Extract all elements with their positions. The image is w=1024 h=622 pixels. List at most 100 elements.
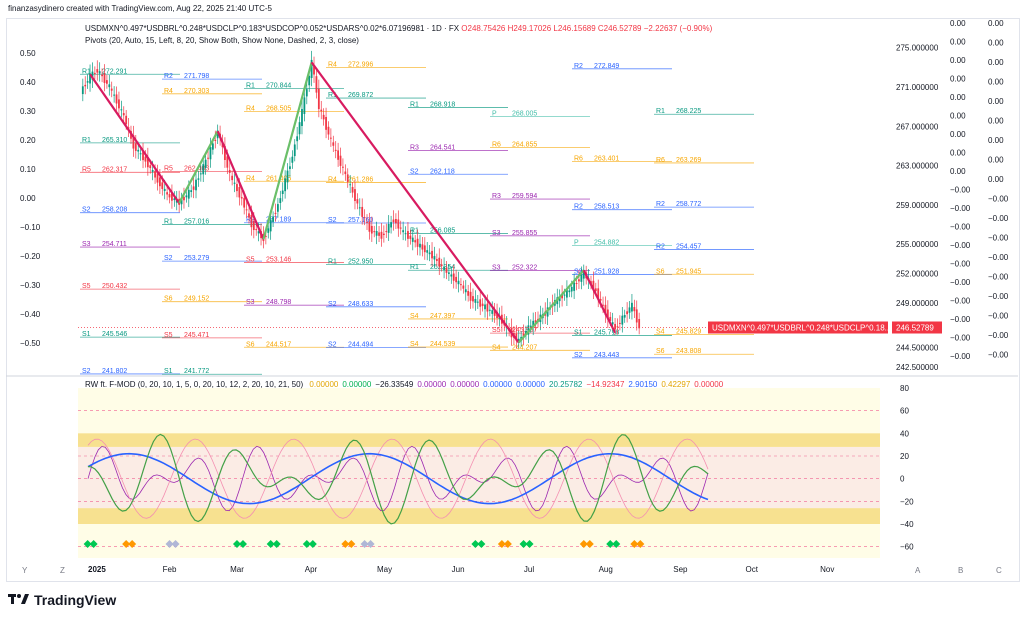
candle-body [342,166,344,168]
candle-body [447,272,450,274]
right-scale-b-tick: 0.00 [988,19,1004,28]
pivot-level-tag: S3 [82,241,91,248]
right-scale-a-tick: −0.00 [950,278,971,287]
candle-body [154,170,156,178]
right-scale-a-tick: −0.00 [950,315,971,324]
pivot-level-value: 255.855 [512,230,537,237]
right-scale-b-tick: −0.00 [988,292,1009,301]
scale-button-b[interactable]: B [958,566,963,575]
candle-body [337,150,340,160]
pivot-level-value: 244.539 [430,341,455,348]
pivot-level-value: 270.303 [184,88,209,95]
candle-body [397,219,400,229]
left-scale-tick: −0.50 [20,339,41,348]
pivot-level-value: 269.872 [348,92,373,99]
candle-body [118,99,120,109]
oscillator-value: 0.00000 [417,380,447,389]
change-value: −2.22637 (−0.90%) [643,24,713,33]
pivot-level-value: 272.996 [348,61,373,68]
pivot-level-tag: R3 [492,193,501,200]
pivot-level-tag: S6 [164,296,173,303]
pivot-level-value: 270.844 [266,83,291,90]
oscillator-values: 0.00000 0.00000 −26.33549 0.00000 0.00000 0.0… [309,380,727,389]
left-scale-tick: 0.50 [20,49,36,58]
pivot-level-tag: S6 [246,341,255,348]
oscillator-value: 0.00000 [516,380,545,389]
candle-body [269,219,272,232]
candle-body [469,291,472,301]
oscillator-title: RW ft. F-MOD (0, 20, 10, 1, 5, 0, 20, 10… [85,380,304,389]
scale-button-y[interactable]: Y [22,566,27,575]
candle-body [84,84,87,87]
pivot-level-tag: R1 [410,264,419,271]
price-tick-label: 267.000000 [896,122,939,131]
candle-body [332,142,335,146]
candle-body [252,221,255,231]
pivot-level-value: 245.957 [512,327,537,334]
right-scale-a-tick: 0.00 [950,149,966,158]
oscillator-value: 0.00000 [450,380,480,389]
pivot-level-tag: P [574,239,579,246]
pivot-level-value: 272.291 [102,68,127,75]
candle-body [491,310,494,314]
candle-body [563,294,566,296]
pivot-level-value: 243.443 [594,352,619,359]
candle-body [291,156,294,163]
scale-button-z[interactable]: Z [60,566,65,575]
oscillator-tick-label: 0 [900,475,905,484]
candle-body [137,149,140,152]
candle-body [402,230,405,233]
left-scale-tick: −0.20 [20,252,41,261]
pivots-indicator-legend[interactable]: Pivots (20, Auto, 15, Left, 8, 20, Show … [85,36,359,45]
pivot-level-value: 247.397 [430,313,455,320]
candle-body [298,122,301,135]
right-scale-b-tick: −0.00 [988,273,1009,282]
pivot-level-tag: R2 [656,244,665,251]
candle-body [474,298,477,303]
pivot-level-tag: R5 [82,166,91,173]
pivot-level-value: 245.829 [676,328,701,335]
scale-button-a[interactable]: A [915,566,920,575]
pivot-level-value: 248.798 [266,299,291,306]
symbol-legend[interactable]: USDMXN^0.497*USDBRL^0.248*USDCLP^0.183*U… [85,24,712,33]
pivot-level-value: 251.928 [594,268,619,275]
pivot-level-tag: S4 [492,344,501,351]
price-chart[interactable]: R1 272.291 R2 271.798 R1 270.844 R1 269.872 R1 26… [0,0,1024,622]
time-axis-label: Jul [524,565,534,574]
candle-body [438,257,441,267]
candle-body [243,198,246,208]
right-scale-b-tick: 0.00 [988,58,1004,67]
pivot-level-value: 245.718 [594,329,619,336]
time-axis-label: Nov [820,565,834,574]
candle-body [187,189,190,199]
candle-body [618,322,621,324]
oscillator-legend[interactable]: RW ft. F-MOD (0, 20, 10, 1, 5, 0, 20, 10… [85,380,731,389]
right-scale-b-tick: 0.00 [988,39,1004,48]
right-scale-a-tick: −0.00 [950,241,971,250]
candle-body [284,178,287,192]
pivot-level-tag: R1 [246,83,255,90]
right-scale-a-tick: −0.00 [950,260,971,269]
price-tick-label: 244.500000 [896,343,939,352]
candle-body [267,228,270,233]
scale-button-c[interactable]: C [996,566,1002,575]
pivot-level-value: 258.772 [676,201,701,208]
candle-body [366,221,368,223]
candle-body [484,304,486,310]
pivot-level-tag: S3 [246,299,255,306]
pivot-level-tag: R2 [656,201,665,208]
pivot-level-tag: R2 [574,204,583,211]
pivot-level-tag: R6 [492,141,501,148]
candle-body [575,283,578,285]
candle-body [626,311,629,315]
candle-body [399,227,402,229]
candle-body [151,169,154,172]
time-axis-label: Aug [599,565,613,574]
candle-body [303,97,306,114]
tradingview-brand: TradingView [34,592,117,608]
pivot-level-tag: S2 [164,255,173,262]
candle-body [255,229,258,231]
candle-body [450,274,453,277]
pivot-level-value: 271.798 [184,73,209,80]
candle-body [228,169,231,173]
